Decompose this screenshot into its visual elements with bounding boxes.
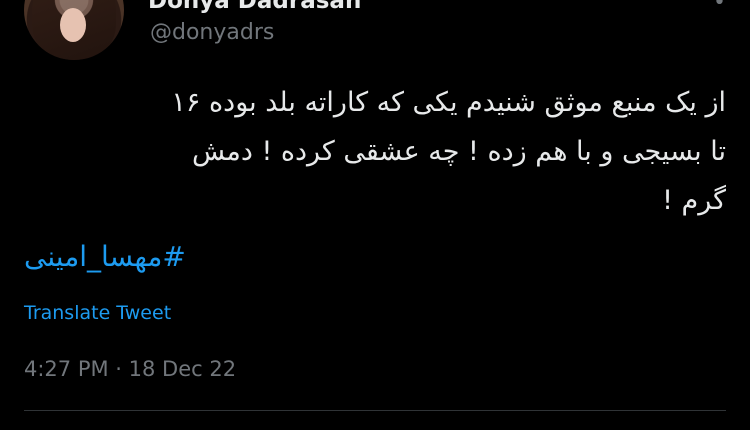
- more-horizontal-icon[interactable]: •: [713, 0, 728, 15]
- avatar[interactable]: [24, 0, 124, 60]
- tweet-card: Donya Dadrasan • @donyadrs از یک منبع مو…: [0, 0, 750, 430]
- hashtag-link[interactable]: #مهسا_امینی: [24, 240, 186, 273]
- divider: [24, 410, 726, 411]
- display-name[interactable]: Donya Dadrasan: [148, 0, 361, 14]
- tweet-text: از یک منبع موثق شنیدم یکی که کاراته بلد …: [171, 87, 726, 216]
- avatar-face: [60, 8, 86, 42]
- tweet-timestamp[interactable]: 4:27 PM · 18 Dec 22: [24, 357, 236, 381]
- user-handle[interactable]: @donyadrs: [150, 20, 274, 45]
- translate-tweet-link[interactable]: Translate Tweet: [24, 302, 171, 324]
